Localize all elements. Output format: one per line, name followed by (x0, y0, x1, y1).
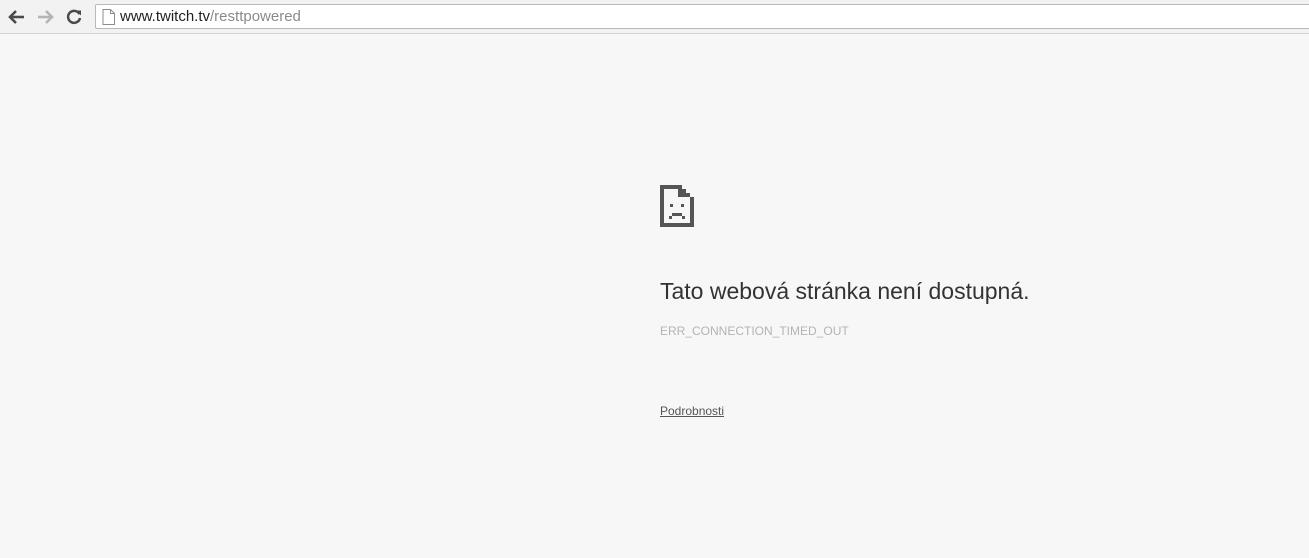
error-title: Tato webová stránka není dostupná. (660, 278, 1030, 304)
back-button[interactable] (5, 5, 29, 29)
reload-icon (66, 9, 82, 25)
url-host: www.twitch.tv (120, 8, 211, 25)
url-text[interactable]: www.twitch.tv/resttpowered (120, 8, 301, 26)
url-path: /resttpowered (210, 8, 301, 25)
page-icon (102, 9, 115, 25)
arrow-right-icon (38, 10, 54, 24)
arrow-left-icon (8, 10, 24, 24)
browser-toolbar: www.twitch.tv/resttpowered (0, 0, 1309, 34)
error-code: ERR_CONNECTION_TIMED_OUT (660, 324, 849, 338)
address-bar[interactable]: www.twitch.tv/resttpowered (95, 4, 1309, 29)
details-link[interactable]: Podrobnosti (660, 404, 724, 418)
reload-button[interactable] (62, 5, 86, 29)
sad-page-icon (660, 185, 694, 227)
forward-button[interactable] (33, 5, 57, 29)
